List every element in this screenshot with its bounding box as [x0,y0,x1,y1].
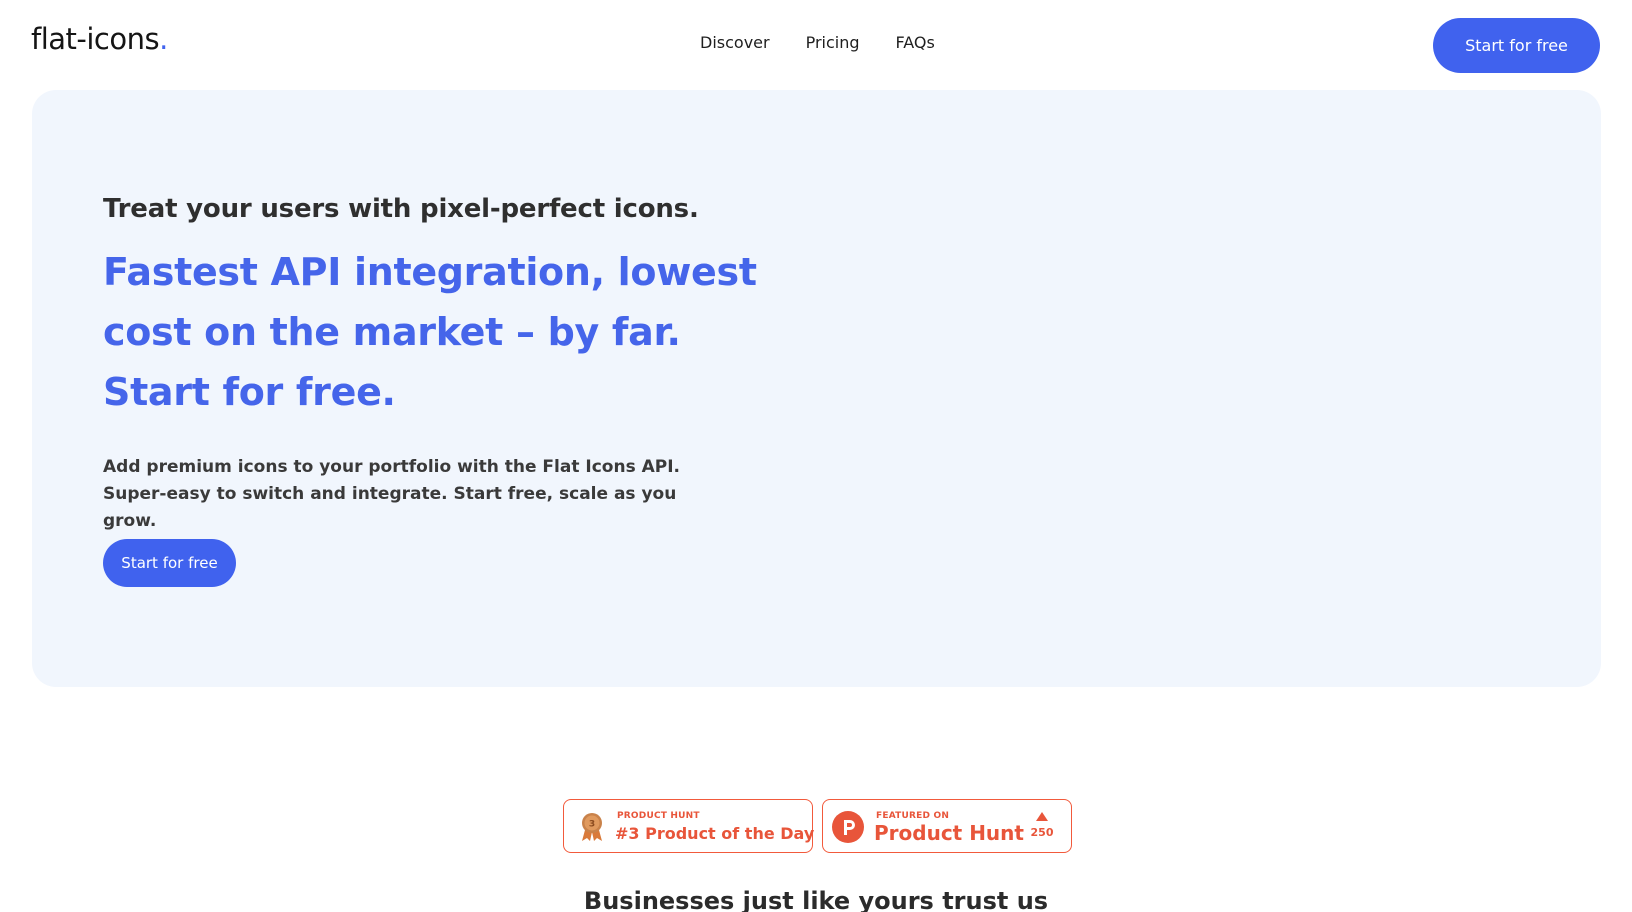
nav-link-pricing[interactable]: Pricing [806,33,860,53]
site-header: flat-icons. Discover Pricing FAQs Start … [0,0,1632,88]
logo[interactable]: flat-icons. [31,22,168,56]
featured-on-label: FEATURED ON [876,811,950,821]
upvote-count: 250 [1030,826,1054,839]
product-of-day-label: #3 Product of the Day [615,824,815,843]
trust-heading: Businesses just like yours trust us [583,887,1049,912]
upvote-counter: 250 [1029,812,1055,839]
badges-row: 3 PRODUCT HUNT #3 Product of the Day FEA… [563,799,1072,853]
product-hunt-label: PRODUCT HUNT [617,811,700,821]
featured-product-hunt-label: Product Hunt [874,821,1024,845]
hero-title: Fastest API integration, lowest cost on … [103,242,757,422]
featured-on-product-hunt-badge[interactable]: FEATURED ON Product Hunt 250 [822,799,1072,853]
nav-link-discover[interactable]: Discover [700,33,770,53]
upvote-arrow-icon [1036,812,1048,821]
product-of-day-badge[interactable]: 3 PRODUCT HUNT #3 Product of the Day [563,799,815,853]
hero-title-line-1: Fastest API integration, lowest [103,250,757,294]
hero-title-line-2: cost on the market – by far. [103,310,681,354]
nav-link-faqs[interactable]: FAQs [896,33,935,53]
hero-start-free-button[interactable]: Start for free [103,539,236,587]
page: flat-icons. Discover Pricing FAQs Start … [0,0,1632,912]
logo-dot: . [159,22,168,56]
hero-description: Add premium icons to your portfolio with… [103,457,681,531]
hero-section: Treat your users with pixel-perfect icon… [32,90,1601,687]
hero-kicker: Treat your users with pixel-perfect icon… [103,194,699,224]
header-start-free-button[interactable]: Start for free [1433,18,1600,73]
product-hunt-icon [832,811,864,843]
medal-icon: 3 [582,813,602,841]
main-nav: Discover Pricing FAQs [700,33,935,53]
logo-text: flat-icons [31,22,160,56]
hero-title-line-3: Start for free. [103,370,396,414]
medal-rank: 3 [589,820,595,830]
